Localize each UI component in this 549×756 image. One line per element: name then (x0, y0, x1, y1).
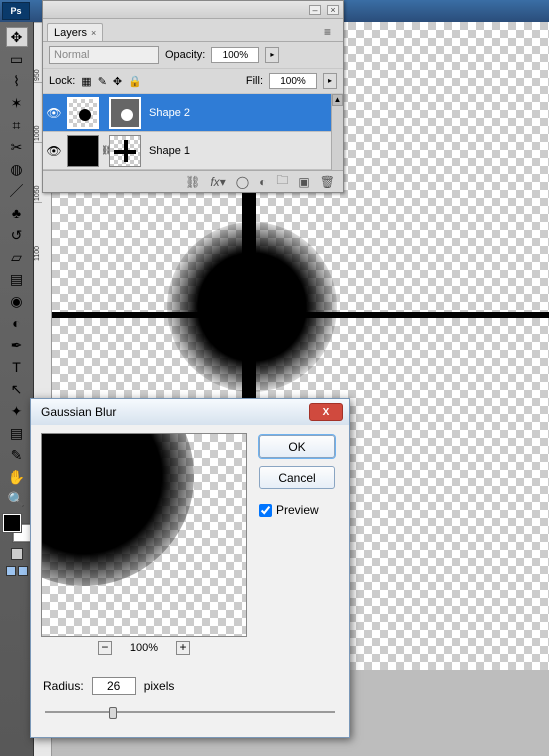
tool-brush[interactable]: ／ (6, 181, 28, 201)
lock-position-icon[interactable]: ✥ (113, 75, 122, 88)
foreground-swatch[interactable] (3, 514, 21, 532)
layers-panel: – × Layers × ≡ Opacity: ▸ Lock: ▦ ✎ ✥ 🔒 … (42, 0, 344, 193)
tool-path-select[interactable]: ↖ (6, 379, 28, 399)
lock-transparency-icon[interactable]: ▦ (81, 75, 91, 88)
color-swatches[interactable] (3, 514, 31, 542)
lock-fill-row: Lock: ▦ ✎ ✥ 🔒 Fill: ▸ (43, 69, 343, 94)
lock-icons: ▦ ✎ ✥ 🔒 (81, 75, 142, 88)
tool-healing[interactable]: ◍ (6, 159, 28, 179)
tool-zoom[interactable]: 🔍 (6, 489, 28, 509)
link-icon[interactable]: ⛓ (101, 135, 107, 167)
dialog-title: Gaussian Blur (41, 405, 116, 419)
tool-type[interactable]: T (6, 357, 28, 377)
layer-scrollbar[interactable]: ▲ (331, 94, 343, 170)
panel-tabs: Layers × ≡ (43, 19, 343, 42)
blend-mode-select[interactable] (49, 46, 159, 64)
add-mask-icon[interactable]: ◯ (236, 175, 249, 189)
zoom-value: 100% (130, 642, 158, 654)
gaussian-blur-dialog: Gaussian Blur X − 100% + OK Cancel Previ… (30, 398, 350, 738)
zoom-in-button[interactable]: + (176, 641, 190, 655)
tool-crop[interactable]: ⌗ (6, 115, 28, 135)
tool-gradient[interactable]: ▤ (6, 269, 28, 289)
lock-pixels-icon[interactable]: ✎ (98, 75, 107, 88)
shape-blur-circle (167, 222, 337, 392)
tool-lasso[interactable]: ⌇ (6, 71, 28, 91)
lock-all-icon[interactable]: 🔒 (128, 75, 142, 88)
tab-label: Layers (54, 27, 87, 39)
tool-pen[interactable]: ✒ (6, 335, 28, 355)
screenmode-buttons[interactable] (6, 566, 28, 576)
tool-custom-shape[interactable]: ✦ (6, 401, 28, 421)
panel-footer: ⛓ fx▾ ◯ ◐ 🗀 ▣ 🗑 (43, 170, 343, 192)
zoom-controls: − 100% + (41, 641, 247, 655)
tab-layers[interactable]: Layers × (47, 23, 103, 41)
panel-minimize-icon[interactable]: – (309, 5, 321, 15)
layer-row[interactable]: 👁 ⛓ Shape 1 (43, 132, 343, 170)
visibility-toggle-icon[interactable]: 👁 (43, 144, 65, 158)
fill-input[interactable] (269, 73, 317, 89)
tool-eyedropper[interactable]: ✎ (6, 445, 28, 465)
app-logo: Ps (2, 2, 30, 20)
panel-titlebar[interactable]: – × (43, 1, 343, 19)
panel-menu-icon[interactable]: ≡ (320, 23, 335, 41)
tool-eraser[interactable]: ▱ (6, 247, 28, 267)
new-group-icon[interactable]: 🗀 (276, 171, 288, 192)
tool-marquee[interactable]: ▭ (6, 49, 28, 69)
opacity-label: Opacity: (165, 49, 205, 61)
tool-notes[interactable]: ▤ (6, 423, 28, 443)
scroll-up-icon[interactable]: ▲ (332, 94, 343, 106)
layer-row[interactable]: 👁 Shape 2 (43, 94, 343, 132)
tool-hand[interactable]: ✋ (6, 467, 28, 487)
radius-unit: pixels (144, 679, 175, 693)
layer-list: 👁 Shape 2 👁 ⛓ Shape 1 ▲ (43, 94, 343, 170)
layer-mask-thumbnail[interactable] (109, 97, 141, 129)
panel-close-icon[interactable]: × (327, 5, 339, 15)
tab-close-icon[interactable]: × (91, 28, 96, 38)
preview-checkbox-wrap[interactable]: Preview (259, 503, 335, 517)
zoom-out-button[interactable]: − (98, 641, 112, 655)
layer-thumbnail[interactable] (67, 97, 99, 129)
blend-opacity-row: Opacity: ▸ (43, 42, 343, 69)
tool-slice[interactable]: ✂ (6, 137, 28, 157)
radius-slider[interactable] (45, 705, 335, 719)
fill-label: Fill: (246, 75, 263, 87)
blur-preview[interactable] (41, 433, 247, 637)
visibility-toggle-icon[interactable]: 👁 (43, 106, 65, 120)
tool-blur[interactable]: ◉ (6, 291, 28, 311)
preview-checkbox[interactable] (259, 504, 272, 517)
ok-button[interactable]: OK (259, 435, 335, 458)
slider-thumb[interactable] (109, 707, 117, 719)
radius-row: Radius: pixels (43, 677, 349, 695)
new-layer-icon[interactable]: ▣ (298, 175, 309, 189)
radius-input[interactable] (92, 677, 136, 695)
tool-wand[interactable]: ✶ (6, 93, 28, 113)
layer-name: Shape 1 (143, 145, 190, 157)
link-layers-icon[interactable]: ⛓ (185, 175, 200, 189)
layer-name: Shape 2 (143, 107, 190, 119)
opacity-input[interactable] (211, 47, 259, 63)
cancel-button[interactable]: Cancel (259, 466, 335, 489)
adjustment-layer-icon[interactable]: ◐ (259, 175, 266, 189)
fx-icon[interactable]: fx▾ (210, 175, 225, 189)
toolbox: ✥ ▭ ⌇ ✶ ⌗ ✂ ◍ ／ ♣ ↺ ▱ ▤ ◉ ◐ ✒ T ↖ ✦ ▤ ✎ … (0, 22, 34, 756)
tool-history-brush[interactable]: ↺ (6, 225, 28, 245)
dialog-close-button[interactable]: X (309, 403, 343, 421)
opacity-flyout-icon[interactable]: ▸ (265, 47, 279, 63)
delete-layer-icon[interactable]: 🗑 (320, 175, 335, 189)
lock-label: Lock: (49, 75, 75, 87)
fill-flyout-icon[interactable]: ▸ (323, 73, 337, 89)
quickmask-toggle[interactable] (11, 548, 23, 560)
dialog-titlebar[interactable]: Gaussian Blur X (31, 399, 349, 425)
layer-mask-thumbnail[interactable] (109, 135, 141, 167)
tool-stamp[interactable]: ♣ (6, 203, 28, 223)
layer-thumbnail[interactable] (67, 135, 99, 167)
tool-dodge[interactable]: ◐ (6, 313, 28, 333)
tool-move[interactable]: ✥ (6, 27, 28, 47)
radius-label: Radius: (43, 679, 84, 693)
preview-label: Preview (276, 503, 319, 517)
